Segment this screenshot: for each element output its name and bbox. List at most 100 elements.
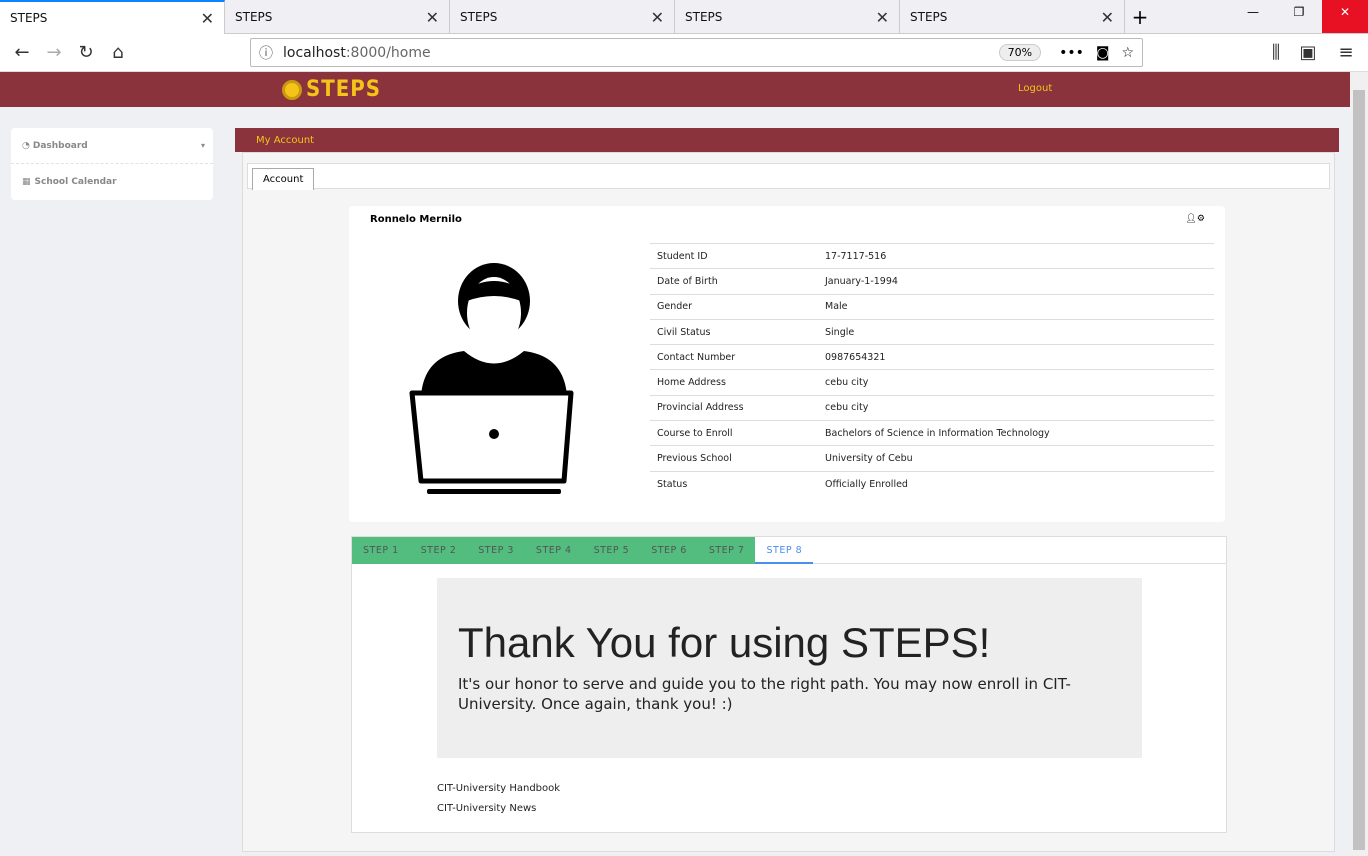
table-row: Course to Enroll Bachelors of Science in … xyxy=(650,420,1214,446)
table-row: Status Officially Enrolled xyxy=(650,470,1214,497)
avatar xyxy=(409,263,574,494)
browser-tab[interactable]: STEPS ✕ xyxy=(225,0,450,34)
reload-icon[interactable]: ↻ xyxy=(70,42,102,63)
field-value: 0987654321 xyxy=(818,344,1214,370)
minimize-icon[interactable]: — xyxy=(1230,0,1276,33)
field-value: Bachelors of Science in Information Tech… xyxy=(818,420,1214,446)
tab-step-6[interactable]: STEP 6 xyxy=(640,537,698,564)
gear-icon[interactable]: ⚙ xyxy=(1197,214,1205,224)
field-value: cebu city xyxy=(818,394,1214,421)
tab-step-7[interactable]: STEP 7 xyxy=(697,537,756,564)
browser-tab[interactable]: STEPS ✕ xyxy=(900,0,1125,34)
tab-title: STEPS xyxy=(910,10,948,24)
steps-panel: STEP 1 STEP 2 STEP 3 STEP 4 STEP 5 STEP 6 STEP… xyxy=(351,536,1227,833)
thank-you-jumbotron: Thank You for using STEPS! It's our hono… xyxy=(437,578,1142,758)
sidebar-item-school-calendar[interactable]: ▦ School Calendar xyxy=(11,164,213,200)
table-row: Civil Status Single xyxy=(650,318,1214,345)
close-tab-icon[interactable]: ✕ xyxy=(876,8,889,27)
url-bar[interactable]: ⓘ localhost:8000/home 70% ••• ◙ ☆ xyxy=(250,38,1143,67)
tab-step-1[interactable]: STEP 1 xyxy=(352,537,410,564)
sidebar-toggle-icon[interactable]: ▣ xyxy=(1292,42,1324,63)
field-label: Date of Birth xyxy=(650,268,818,295)
info-icon[interactable]: ⓘ xyxy=(259,43,273,63)
forward-icon[interactable]: → xyxy=(38,42,70,63)
scrollbar[interactable] xyxy=(1350,72,1368,856)
table-row: Student ID 17-7117-516 xyxy=(650,242,1214,269)
field-value: 17-7117-516 xyxy=(818,242,1214,269)
close-tab-icon[interactable]: ✕ xyxy=(651,8,664,27)
navigation-bar: ← → ↻ ⌂ ⓘ localhost:8000/home 70% ••• ◙ … xyxy=(0,34,1368,72)
zoom-level[interactable]: 70% xyxy=(998,44,1042,61)
thank-you-text: It's our honor to serve and guide you to… xyxy=(458,675,1071,714)
field-value: University of Cebu xyxy=(818,445,1214,472)
more-icon[interactable]: ••• xyxy=(1059,45,1084,61)
student-name: Ronnelo Mernilo xyxy=(370,214,462,225)
field-value: Officially Enrolled xyxy=(818,470,1214,497)
logout-link[interactable]: Logout xyxy=(1018,83,1052,94)
tab-step-8[interactable]: STEP 8 xyxy=(755,537,814,564)
sidebar-item-label: School Calendar xyxy=(34,177,117,187)
field-label: Student ID xyxy=(650,242,818,269)
sidebar-item-dashboard[interactable]: ◔ Dashboard ▾ xyxy=(11,128,213,164)
steps-logo[interactable]: STEPS xyxy=(282,77,381,102)
tab-title: STEPS xyxy=(685,10,723,24)
site-header: STEPS Logout xyxy=(0,72,1350,107)
dashboard-icon: ◔ xyxy=(22,140,30,151)
panel-title: My Account xyxy=(235,128,1339,152)
tab-step-4[interactable]: STEP 4 xyxy=(524,537,583,564)
field-label: Course to Enroll xyxy=(650,420,818,446)
field-label: Gender xyxy=(650,293,818,320)
home-icon[interactable]: ⌂ xyxy=(102,42,134,63)
tab-step-3[interactable]: STEP 3 xyxy=(467,537,525,564)
browser-tabs: STEPS ✕ STEPS ✕ STEPS ✕ STEPS ✕ STEPS ✕ + — ❐ ✕ xyxy=(0,0,1368,34)
news-link[interactable]: CIT-University News xyxy=(437,799,560,819)
field-label: Home Address xyxy=(650,369,818,396)
seal-icon xyxy=(282,79,302,100)
field-label: Contact Number xyxy=(650,344,818,370)
table-row: Contact Number 0987654321 xyxy=(650,344,1214,370)
logo-text: STEPS xyxy=(306,77,382,102)
tab-step-5[interactable]: STEP 5 xyxy=(582,537,641,564)
window-close-icon[interactable]: ✕ xyxy=(1322,0,1368,33)
url-path: :8000/home xyxy=(345,44,431,61)
close-tab-icon[interactable]: ✕ xyxy=(1101,8,1114,27)
restore-icon[interactable]: ❐ xyxy=(1276,0,1322,33)
browser-tab[interactable]: STEPS ✕ xyxy=(675,0,900,34)
field-label: Provincial Address xyxy=(650,394,818,421)
table-row: Date of Birth January-1-1994 xyxy=(650,268,1214,295)
menu-icon[interactable]: ≡ xyxy=(1330,42,1362,63)
pocket-icon[interactable]: ◙ xyxy=(1096,45,1110,61)
scrollbar-thumb[interactable] xyxy=(1353,90,1365,850)
new-tab-icon[interactable]: + xyxy=(1125,0,1155,33)
field-value: Male xyxy=(818,293,1214,320)
profile-table: Student ID 17-7117-516 Date of Birth Januar… xyxy=(650,242,1214,497)
close-tab-icon[interactable]: ✕ xyxy=(426,8,439,27)
table-row: Previous School University of Cebu xyxy=(650,445,1214,472)
handbook-link[interactable]: CIT-University Handbook xyxy=(437,779,560,799)
tabbar-divider xyxy=(813,537,1226,564)
field-label: Civil Status xyxy=(650,318,818,345)
back-icon[interactable]: ← xyxy=(6,42,38,63)
table-row: Provincial Address cebu city xyxy=(650,394,1214,421)
tab-step-2[interactable]: STEP 2 xyxy=(409,537,468,564)
field-label: Previous School xyxy=(650,445,818,472)
browser-tab[interactable]: STEPS ✕ xyxy=(450,0,675,34)
library-icon[interactable]: ⫼ xyxy=(1260,42,1292,63)
thank-you-heading: Thank You for using STEPS! xyxy=(458,619,991,666)
tab-title: STEPS xyxy=(235,10,273,24)
tab-bar: Account xyxy=(247,163,1330,190)
close-tab-icon[interactable]: ✕ xyxy=(201,9,214,28)
browser-tab[interactable]: STEPS ✕ xyxy=(0,0,225,34)
calendar-icon: ▦ xyxy=(22,177,31,187)
table-row: Home Address cebu city xyxy=(650,369,1214,396)
url-host: localhost xyxy=(283,44,346,61)
field-value: cebu city xyxy=(818,369,1214,396)
user-icon[interactable]: 👤︎ xyxy=(1185,214,1196,224)
steps-tabbar: STEP 1 STEP 2 STEP 3 STEP 4 STEP 5 STEP 6 STEP… xyxy=(352,537,1226,564)
field-value: January-1-1994 xyxy=(818,268,1214,295)
profile-card: Ronnelo Mernilo 👤︎⚙ Student ID 17-7117-51… xyxy=(349,206,1225,522)
tab-account[interactable]: Account xyxy=(252,168,315,190)
sidebar: ◔ Dashboard ▾ ▦ School Calendar xyxy=(11,128,213,200)
field-label: Status xyxy=(650,470,818,497)
bookmark-star-icon[interactable]: ☆ xyxy=(1121,45,1134,61)
